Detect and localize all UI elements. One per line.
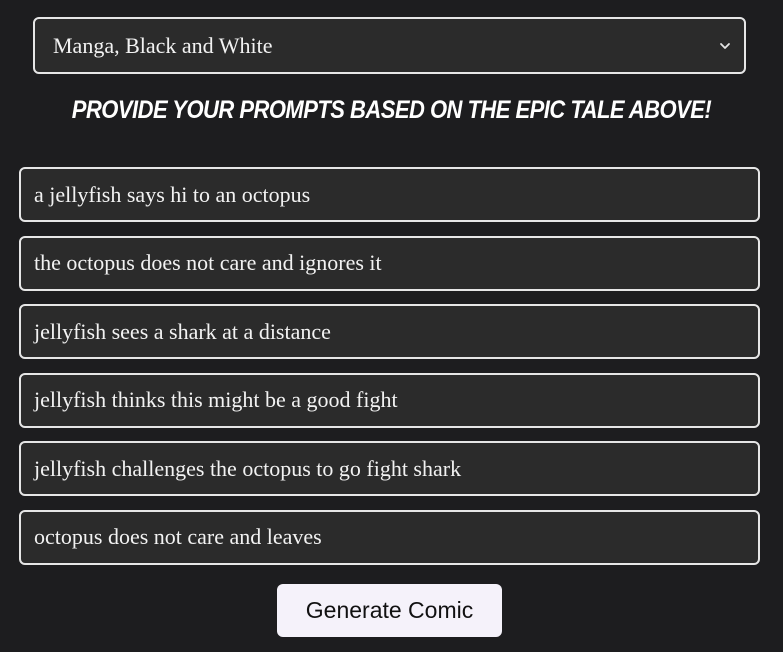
comic-generator-form: Manga, Black and White Provide your prom… — [0, 0, 783, 652]
chevron-down-icon — [718, 39, 732, 53]
art-style-select[interactable]: Manga, Black and White — [33, 17, 746, 74]
prompt-list: a jellyfish says hi to an octopus the oc… — [19, 167, 760, 579]
prompt-input-2[interactable]: the octopus does not care and ignores it — [19, 235, 760, 291]
prompt-input-5[interactable]: jellyfish challenges the octopus to go f… — [19, 441, 760, 497]
prompt-input-4[interactable]: jellyfish thinks this might be a good fi… — [19, 372, 760, 428]
prompt-input-3[interactable]: jellyfish sees a shark at a distance — [19, 304, 760, 360]
prompt-input-6[interactable]: octopus does not care and leaves — [19, 509, 760, 565]
generate-comic-button[interactable]: Generate Comic — [277, 584, 502, 637]
art-style-selected-value: Manga, Black and White — [53, 32, 273, 58]
prompts-heading: Provide your prompts based on the epic t… — [71, 96, 712, 124]
prompt-input-1[interactable]: a jellyfish says hi to an octopus — [19, 167, 760, 222]
